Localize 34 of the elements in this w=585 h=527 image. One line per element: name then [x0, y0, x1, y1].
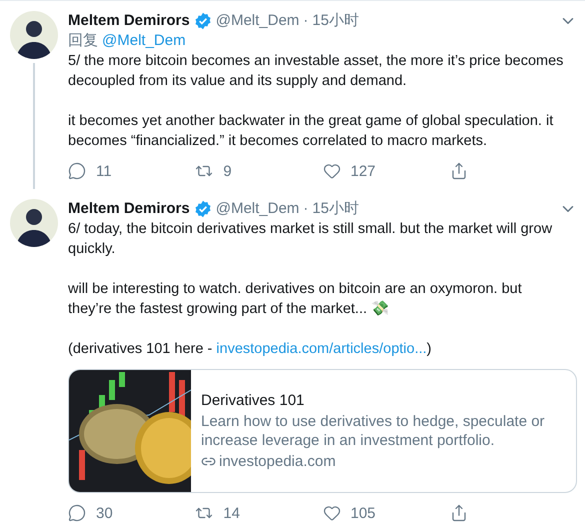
tweet-text: 5/ the more bitcoin becomes an investable asset, the more it’s price becomes decoupled from its value and its supply and demand.	[68, 52, 564, 91]
reply-icon	[68, 504, 86, 522]
article-link[interactable]: investopedia.com/articles/optio...	[216, 341, 427, 357]
separator: ·	[303, 11, 308, 31]
retweet-button[interactable]: 9	[195, 161, 322, 181]
tweet-time[interactable]: 15小时	[312, 11, 359, 31]
reply-icon	[68, 162, 86, 180]
tweet-text: (derivatives 101 here - investopedia.com/articles/optio...)	[68, 340, 432, 359]
reply-button[interactable]: 11	[68, 161, 196, 181]
tweet-text: will be interesting to watch. derivatives on bitcoin are an oxymoron. but they’re the fastest growing part of the market... 💸	[68, 280, 523, 319]
share-icon	[450, 162, 468, 180]
reply-button[interactable]: 30	[68, 503, 196, 523]
tweet-text: 6/ today, the bitcoin derivatives market is still small. but the market will grow quickly.	[68, 220, 554, 259]
avatar[interactable]	[10, 199, 58, 247]
like-button[interactable]: 105	[322, 503, 450, 523]
author-name[interactable]: Meltem Demirors	[68, 199, 190, 219]
link-card[interactable]: Derivatives 101 Learn how to use derivatives to hedge, speculate or increase leverage in an investment portfolio. investopedia.com	[68, 369, 577, 493]
tweet-time[interactable]: 15小时	[312, 199, 359, 219]
reply-label: 回复	[68, 31, 98, 51]
retweet-button[interactable]: 14	[195, 503, 322, 523]
card-description: Learn how to use derivatives to hedge, speculate or increase leverage in an investment portfolio.	[201, 412, 546, 450]
author-handle[interactable]: @Melt_Dem	[216, 199, 300, 219]
card-domain: investopedia.com	[219, 452, 336, 471]
author-handle[interactable]: @Melt_Dem	[216, 11, 300, 31]
avatar[interactable]	[10, 11, 58, 59]
mention-link[interactable]: @Melt_Dem	[102, 31, 186, 51]
share-icon	[450, 504, 468, 522]
like-icon	[322, 162, 340, 180]
separator: ·	[303, 199, 308, 219]
like-button[interactable]: 127	[322, 161, 450, 181]
like-icon	[322, 504, 340, 522]
card-title: Derivatives 101	[201, 391, 306, 410]
author-name[interactable]: Meltem Demirors	[68, 11, 190, 31]
tweet-text: it becomes yet another backwater in the great game of global speculation. it becomes “financialized.” it becomes correlated to macro markets.	[68, 112, 554, 151]
